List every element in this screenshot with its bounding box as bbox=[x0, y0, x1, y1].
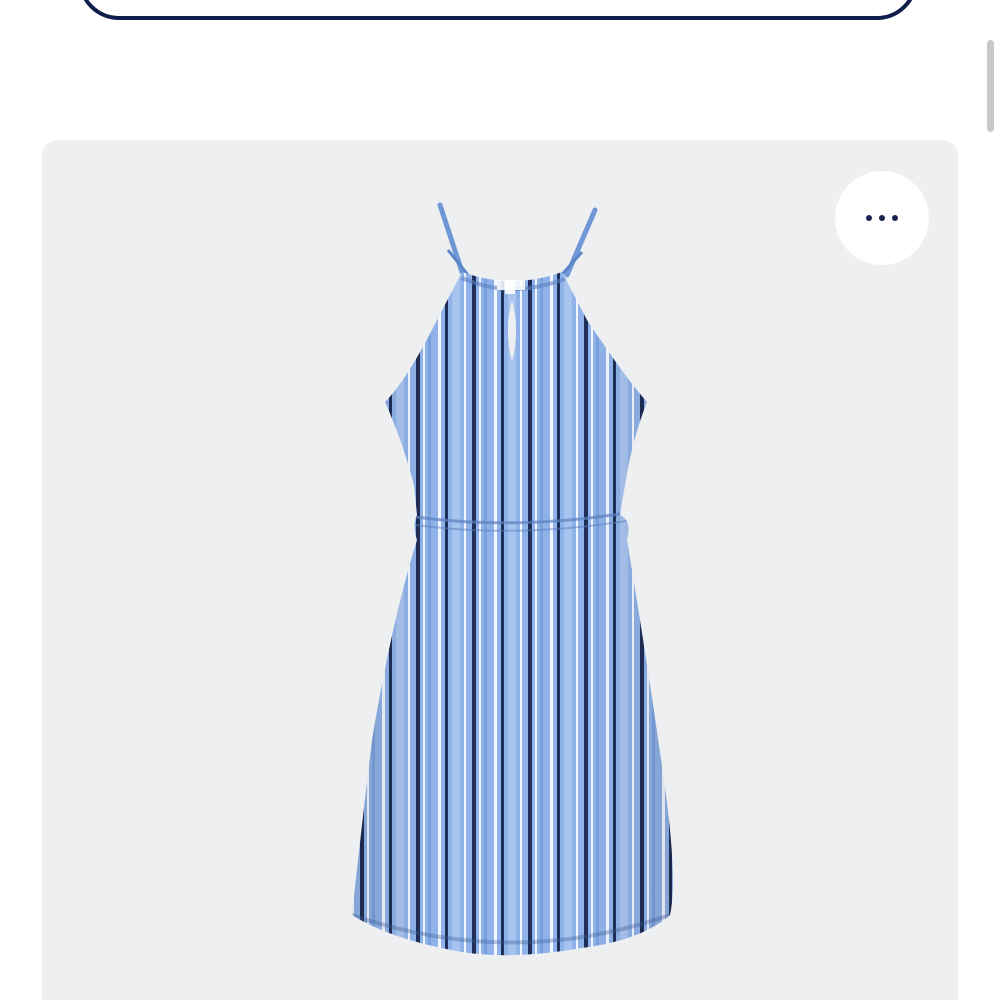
scrollbar-thumb[interactable] bbox=[987, 40, 994, 132]
more-horizontal-icon bbox=[892, 215, 898, 221]
top-action-button[interactable] bbox=[78, 0, 918, 20]
striped-halter-dress-image bbox=[352, 202, 673, 956]
more-horizontal-icon bbox=[879, 215, 885, 221]
more-options-button[interactable] bbox=[835, 171, 929, 265]
more-horizontal-icon bbox=[866, 215, 872, 221]
product-image[interactable] bbox=[42, 140, 958, 1000]
product-detail-screen bbox=[0, 0, 1000, 1000]
product-image-card bbox=[42, 140, 958, 1000]
